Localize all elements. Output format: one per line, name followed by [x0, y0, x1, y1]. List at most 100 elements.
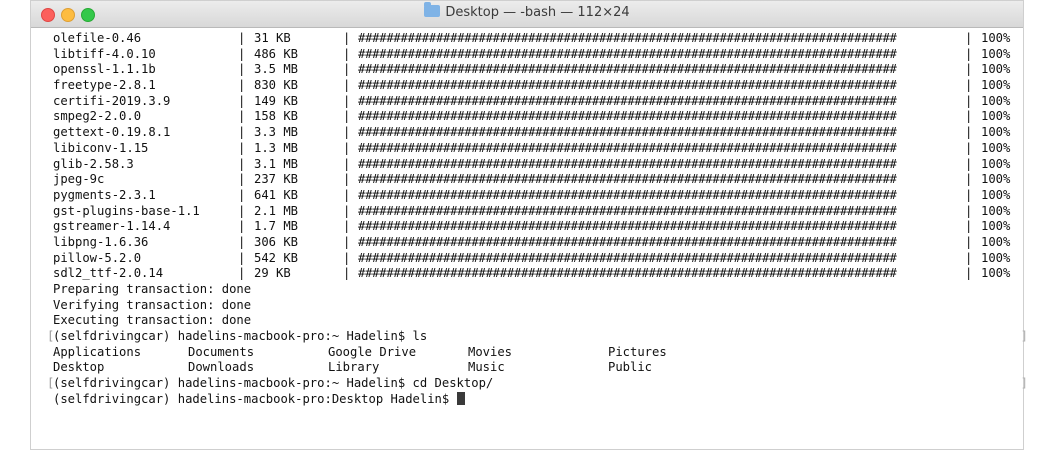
column-separator: | — [965, 219, 973, 234]
ls-item: Applications — [53, 344, 142, 359]
package-size: 3.1 MB — [254, 156, 299, 171]
column-separator: | — [965, 31, 973, 45]
progress-bar: ########################################… — [358, 266, 897, 281]
package-size: 3.5 MB — [254, 62, 299, 77]
column-separator: | — [238, 219, 246, 234]
column-separator: | — [238, 234, 246, 249]
column-separator: | — [343, 172, 351, 187]
column-separator: | — [965, 250, 973, 265]
column-separator: | — [965, 93, 973, 108]
progress-percent: 100% — [981, 93, 1011, 108]
package-row: gstreamer-1.14.4 | 1.7 MB | ################… — [53, 219, 1013, 235]
package-row: pygments-2.3.1 | 641 KB | ##################… — [53, 188, 1013, 204]
column-separator: | — [965, 62, 973, 77]
package-name: gst-plugins-base-1.1 — [53, 203, 200, 218]
package-size: 31 KB — [254, 31, 291, 45]
status-line: Executing transaction: done — [53, 313, 252, 328]
column-separator: | — [343, 31, 351, 45]
column-separator: | — [965, 203, 973, 218]
package-name: sdl2_ttf-2.0.14 — [53, 266, 164, 281]
column-separator: | — [238, 187, 246, 202]
ls-item: Documents — [188, 344, 255, 359]
column-separator: | — [238, 203, 246, 218]
column-separator: | — [965, 125, 973, 140]
column-separator: | — [238, 62, 246, 77]
package-name: libiconv-1.15 — [53, 140, 149, 155]
column-separator: | — [238, 31, 246, 45]
text-cursor — [456, 391, 465, 405]
package-name: freetype-2.8.1 — [53, 78, 156, 93]
column-separator: | — [238, 109, 246, 124]
package-name: pillow-5.2.0 — [53, 250, 142, 265]
scroll-marker: ] — [1020, 329, 1028, 344]
column-separator: | — [343, 62, 351, 77]
progress-bar: ########################################… — [358, 156, 897, 171]
package-size: 486 KB — [254, 46, 299, 61]
package-row: olefile-0.46 | 31 KB | #####################… — [53, 31, 1013, 47]
progress-percent: 100% — [981, 156, 1011, 171]
ls-item: Library — [328, 360, 380, 375]
ls-item: Music — [468, 360, 505, 375]
column-separator: | — [965, 234, 973, 249]
terminal-window: Desktop — -bash — 112×24 olefile-0.46 | 31… — [30, 0, 1028, 450]
column-separator: | — [965, 46, 973, 61]
progress-percent: 100% — [981, 125, 1011, 140]
package-row: jpeg-9c | 237 KB | #########################… — [53, 172, 1013, 188]
package-row: libtiff-4.0.10 | 486 KB | ##################… — [53, 47, 1013, 63]
ls-output-row: Desktop Downloads Library Music Public — [53, 360, 1013, 376]
column-separator: | — [965, 156, 973, 171]
progress-percent: 100% — [981, 46, 1011, 61]
column-separator: | — [343, 250, 351, 265]
column-separator: | — [965, 172, 973, 187]
column-separator: | — [965, 140, 973, 155]
package-size: 158 KB — [254, 109, 299, 124]
package-row: gettext-0.19.8.1 | 3.3 MB | ################… — [53, 125, 1013, 141]
progress-bar: ########################################… — [358, 62, 897, 77]
column-separator: | — [238, 250, 246, 265]
progress-percent: 100% — [981, 219, 1011, 234]
progress-percent: 100% — [981, 187, 1011, 202]
package-row: gst-plugins-base-1.1 | 2.1 MB | ############… — [53, 204, 1013, 220]
progress-bar: ########################################… — [358, 46, 897, 61]
package-size: 542 KB — [254, 250, 299, 265]
terminal-content[interactable]: olefile-0.46 | 31 KB | #####################… — [47, 31, 1028, 408]
package-row: glib-2.58.3 | 3.1 MB | #####################… — [53, 157, 1013, 173]
package-row: freetype-2.8.1 | 830 KB | ##################… — [53, 78, 1013, 94]
column-separator: | — [343, 109, 351, 124]
package-size: 2.1 MB — [254, 203, 299, 218]
column-separator: | — [343, 187, 351, 202]
active-prompt-line[interactable]: (selfdrivingcar) hadelins-macbook-pro:De… — [53, 391, 1013, 408]
command-text: (selfdrivingcar) hadelins-macbook-pro:~ … — [53, 329, 428, 344]
column-separator: | — [343, 219, 351, 234]
package-name: libpng-1.6.36 — [53, 234, 149, 249]
window-title-text: Desktop — -bash — 112×24 — [445, 5, 630, 20]
ls-item: Movies — [468, 344, 513, 359]
prompt-text: (selfdrivingcar) hadelins-macbook-pro:De… — [53, 391, 457, 406]
package-name: gettext-0.19.8.1 — [53, 125, 171, 140]
package-row: certifi-2019.3.9 | 149 KB | ################… — [53, 94, 1013, 110]
progress-bar: ########################################… — [358, 140, 897, 155]
column-separator: | — [238, 78, 246, 93]
progress-bar: ########################################… — [358, 219, 897, 234]
progress-bar: ########################################… — [358, 187, 897, 202]
package-size: 306 KB — [254, 234, 299, 249]
column-separator: | — [238, 93, 246, 108]
progress-bar: ########################################… — [358, 31, 897, 45]
folder-icon — [424, 2, 441, 17]
progress-bar: ########################################… — [358, 78, 897, 93]
package-name: jpeg-9c — [53, 172, 105, 187]
ls-item: Downloads — [188, 360, 255, 375]
column-separator: | — [343, 125, 351, 140]
progress-bar: ########################################… — [358, 203, 897, 218]
progress-bar: ########################################… — [358, 234, 897, 249]
package-size: 149 KB — [254, 93, 299, 108]
package-size: 641 KB — [254, 187, 299, 202]
progress-bar: ########################################… — [358, 109, 897, 124]
progress-bar: ########################################… — [358, 250, 897, 265]
prompt-line: [(selfdrivingcar) hadelins-macbook-pro:~… — [47, 329, 1028, 345]
package-name: pygments-2.3.1 — [53, 187, 156, 202]
package-name: certifi-2019.3.9 — [53, 93, 171, 108]
progress-bar: ########################################… — [358, 172, 897, 187]
package-name: olefile-0.46 — [53, 31, 142, 45]
title-bar: Desktop — -bash — 112×24 — [31, 1, 1023, 28]
